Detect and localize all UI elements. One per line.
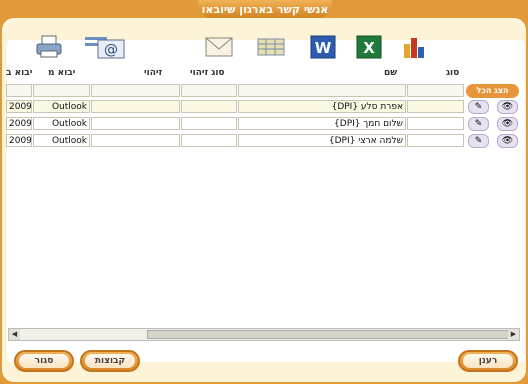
filter-name[interactable] [238, 84, 406, 97]
cell-type [407, 100, 464, 113]
filter-imported-from[interactable] [33, 84, 90, 97]
cell-imported-from: Outlook [33, 100, 90, 113]
scrollbar-thumb[interactable] [147, 330, 511, 339]
cell-imported-from: Outlook [33, 134, 90, 147]
filter-id-type[interactable] [181, 84, 237, 97]
column-header-name[interactable]: שם [384, 68, 397, 78]
column-header-id[interactable]: זיהוי [144, 68, 162, 78]
cell-type [407, 117, 464, 130]
view-icon[interactable]: 👁 [497, 100, 518, 114]
excel-icon[interactable]: X [354, 34, 384, 60]
column-header-import-date[interactable]: יבוא ב [6, 68, 32, 78]
scroll-right-icon[interactable]: ▶ [508, 329, 519, 340]
chart-icon[interactable] [400, 34, 430, 60]
edit-icon[interactable]: ✎ [468, 134, 489, 148]
cell-import-date: 2009 [6, 117, 32, 130]
edit-icon[interactable]: ✎ [468, 117, 489, 131]
cell-id [91, 117, 180, 130]
close-button[interactable]: סגור [14, 350, 74, 372]
word-icon[interactable]: W [308, 34, 338, 60]
horizontal-scrollbar[interactable]: ◀ ▶ [8, 328, 520, 341]
cell-name: שלום חמך {DPI} [238, 117, 406, 130]
view-icon[interactable]: 👁 [497, 134, 518, 148]
cell-id [91, 134, 180, 147]
groups-button[interactable]: קבוצות [80, 350, 140, 372]
cell-type [407, 134, 464, 147]
filter-id[interactable] [91, 84, 180, 97]
show-all-button[interactable]: הצג הכל [466, 84, 519, 98]
printer-icon[interactable] [34, 34, 64, 60]
cell-import-date: 2009 [6, 100, 32, 113]
cell-id-type [181, 100, 237, 113]
filter-row [6, 84, 464, 98]
cell-name: שלמה ארצי {DPI} [238, 134, 406, 147]
refresh-button[interactable]: רענן [458, 350, 518, 372]
table-icon[interactable] [256, 34, 286, 60]
cell-id-type [181, 134, 237, 147]
filter-type[interactable] [407, 84, 464, 97]
cell-import-date: 2009 [6, 134, 32, 147]
scroll-left-icon[interactable]: ◀ [9, 329, 20, 340]
email-export-icon[interactable]: @ [84, 34, 126, 60]
column-header-id-type[interactable]: סוג זיהוי [190, 68, 225, 78]
cell-imported-from: Outlook [33, 117, 90, 130]
cell-id-type [181, 117, 237, 130]
edit-icon[interactable]: ✎ [468, 100, 489, 114]
cell-name: אפרת סלע {DPI} [238, 100, 406, 113]
svg-text:X: X [363, 39, 375, 57]
view-icon[interactable]: 👁 [497, 117, 518, 131]
svg-text:W: W [315, 39, 332, 57]
column-header-type[interactable]: סוג [446, 68, 459, 78]
column-header-imported-from[interactable]: יבוא מ [48, 68, 75, 78]
cell-id [91, 100, 180, 113]
filter-import-date[interactable] [6, 84, 32, 97]
window-title: אנשי קשר בארגון שיובאו [198, 0, 332, 20]
svg-text:@: @ [104, 42, 118, 58]
envelope-icon[interactable] [204, 34, 234, 60]
